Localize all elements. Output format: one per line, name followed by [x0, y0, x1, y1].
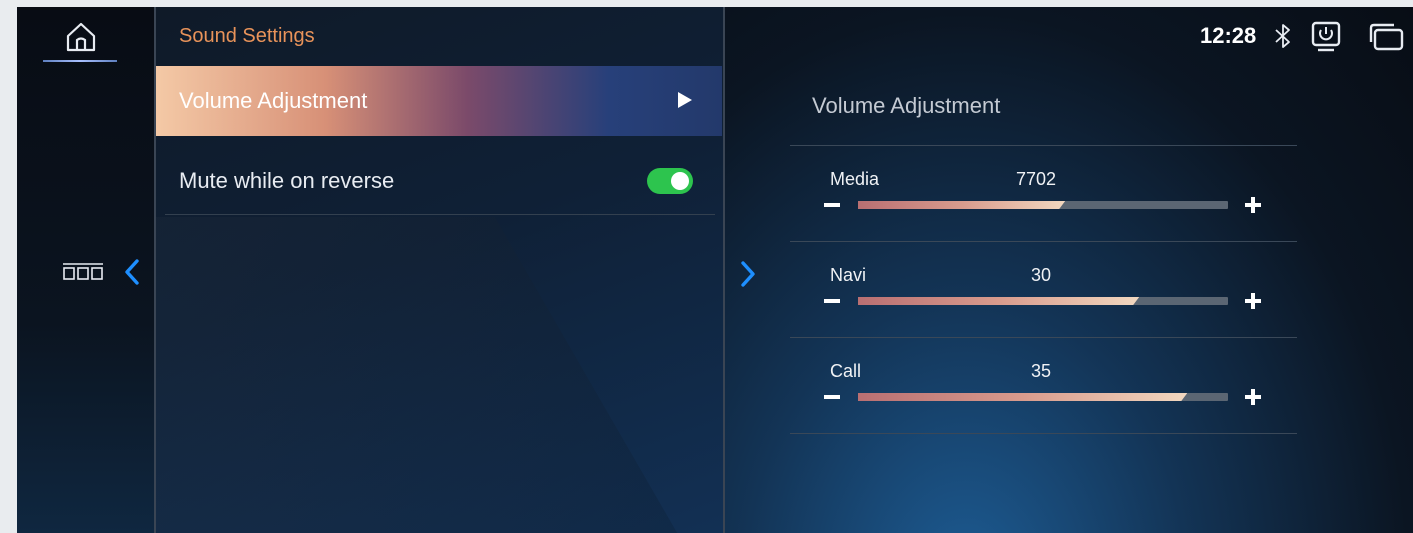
volume-row-media: Media 7702	[790, 157, 1297, 253]
volume-row-name: Call	[830, 361, 862, 381]
volume-increase-button[interactable]	[1245, 197, 1261, 213]
chevron-left-icon[interactable]	[123, 259, 141, 285]
volume-panel-title: Volume Adjustment	[812, 93, 1001, 118]
volume-slider[interactable]	[858, 297, 1228, 305]
volume-row-value: 35	[1031, 361, 1052, 381]
left-rail	[17, 7, 155, 533]
head-unit-screen: Sound Settings Volume Adjustment Mute wh…	[17, 7, 1413, 533]
settings-menu-panel: Sound Settings Volume Adjustment Mute wh…	[156, 7, 723, 533]
volume-row-value: 7702	[1016, 169, 1057, 189]
volume-row-call: Call 35	[790, 349, 1297, 445]
status-bar: 12:28	[813, 7, 1413, 65]
volume-slider[interactable]	[858, 393, 1228, 401]
clock: 12:28	[1200, 23, 1257, 48]
volume-slider-fill	[858, 297, 1139, 305]
volume-row-name: Media	[830, 169, 880, 189]
home-active-underline	[43, 60, 117, 62]
home-icon[interactable]	[61, 21, 101, 53]
apps-grid-icon[interactable]	[63, 263, 103, 281]
volume-divider	[790, 241, 1297, 242]
volume-divider	[790, 145, 1297, 146]
volume-divider	[790, 433, 1297, 434]
volume-decrease-button[interactable]	[824, 203, 840, 207]
volume-slider-fill	[858, 201, 1065, 209]
menu-divider	[165, 214, 715, 215]
menu-title: Sound Settings	[179, 25, 315, 47]
mute-reverse-toggle[interactable]	[647, 168, 693, 194]
volume-detail-panel: 12:28 Volume Adjustment Media 7702 Navi …	[725, 7, 1413, 533]
window-icon[interactable]	[1368, 23, 1404, 51]
screen-mirror-icon[interactable]	[1310, 21, 1342, 53]
play-arrow-icon	[678, 92, 692, 108]
volume-slider[interactable]	[858, 201, 1228, 209]
volume-increase-button[interactable]	[1245, 389, 1261, 405]
volume-row-name: Navi	[830, 265, 867, 285]
menu-item-label: Volume Adjustment	[179, 88, 368, 113]
menu-item-label: Mute while on reverse	[179, 168, 395, 193]
volume-row-value: 30	[1031, 265, 1052, 285]
menu-item-volume-adjustment[interactable]: Volume Adjustment	[156, 66, 722, 136]
volume-increase-button[interactable]	[1245, 293, 1261, 309]
chevron-right-icon[interactable]	[739, 261, 757, 287]
bluetooth-icon	[1273, 23, 1293, 49]
volume-decrease-button[interactable]	[824, 299, 840, 303]
toggle-knob	[671, 172, 689, 190]
volume-divider	[790, 337, 1297, 338]
menu-item-mute-while-reverse: Mute while on reverse	[156, 146, 722, 216]
volume-row-navi: Navi 30	[790, 253, 1297, 349]
volume-decrease-button[interactable]	[824, 395, 840, 399]
volume-slider-fill	[858, 393, 1187, 401]
